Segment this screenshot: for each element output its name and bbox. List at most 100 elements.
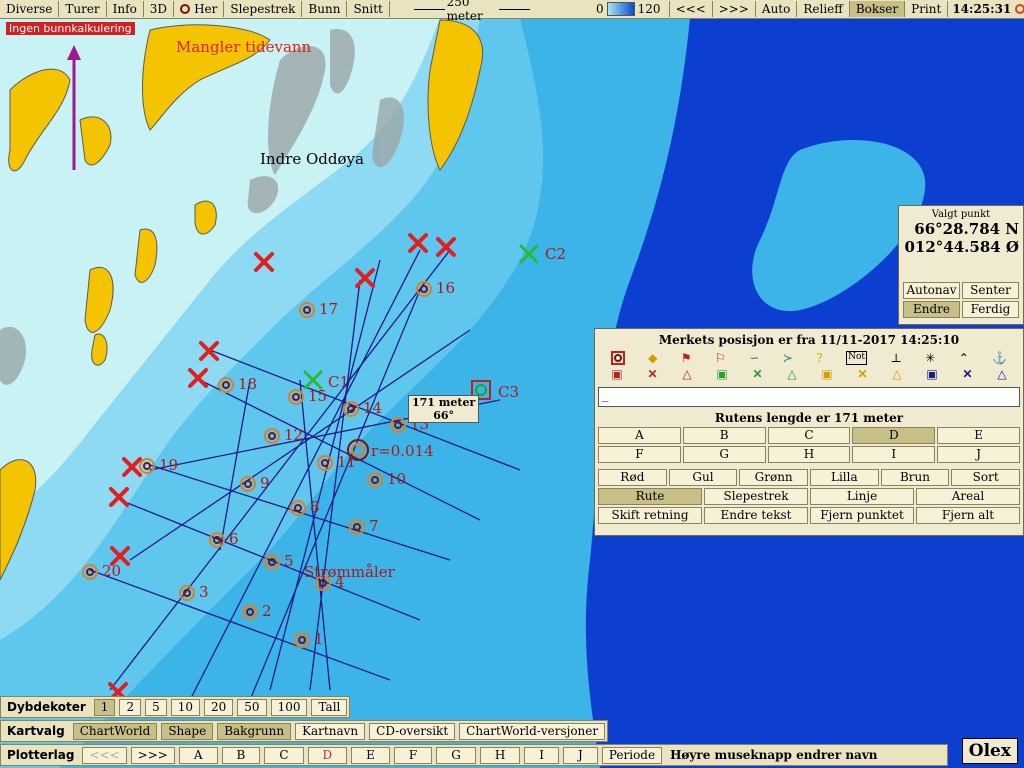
layer-a-button[interactable]: A bbox=[178, 746, 218, 764]
depth-50-button[interactable]: 50 bbox=[237, 698, 267, 716]
green-x-icon[interactable]: ✕ bbox=[753, 367, 763, 381]
type-slepestrek-button[interactable]: Slepestrek bbox=[704, 488, 808, 505]
layer-f-button[interactable]: F bbox=[393, 746, 433, 764]
letter-a-button[interactable]: A bbox=[598, 427, 681, 444]
layer-g-button[interactable]: G bbox=[436, 746, 476, 764]
layer-b-button[interactable]: B bbox=[221, 746, 261, 764]
red-triangle-icon[interactable]: △ bbox=[682, 367, 691, 381]
target-mark-icon[interactable] bbox=[179, 585, 195, 601]
target-mark-icon[interactable] bbox=[367, 472, 383, 488]
menu-3d[interactable]: 3D bbox=[144, 1, 175, 17]
bird-icon[interactable]: ⌃ bbox=[959, 351, 969, 365]
anchor-icon[interactable]: ⚓ bbox=[992, 351, 1007, 365]
target-mark-icon[interactable] bbox=[139, 458, 155, 474]
menu-bunn[interactable]: Bunn bbox=[302, 1, 348, 17]
plotterlag-prev-button[interactable]: <<< bbox=[82, 746, 127, 764]
periode-button[interactable]: Periode bbox=[601, 746, 663, 764]
plotterlag-next-button[interactable]: >>> bbox=[130, 746, 175, 764]
depth-2-button[interactable]: 2 bbox=[119, 698, 142, 716]
type-areal-button[interactable]: Areal bbox=[916, 488, 1020, 505]
fish-icon[interactable]: ≻ bbox=[783, 351, 793, 365]
letter-j-button[interactable]: J bbox=[937, 446, 1020, 463]
menu-snitt[interactable]: Snitt bbox=[347, 1, 390, 17]
fjern-punktet-button[interactable]: Fjern punktet bbox=[810, 507, 914, 524]
question-icon[interactable]: ? bbox=[816, 351, 822, 365]
target-mark-icon[interactable] bbox=[209, 532, 225, 548]
buoy-icon[interactable]: ⚐ bbox=[715, 351, 726, 365]
cd-oversikt-button[interactable]: CD-oversikt bbox=[369, 722, 456, 740]
type-rute-button[interactable]: Rute bbox=[598, 488, 702, 505]
layer-h-button[interactable]: H bbox=[479, 746, 521, 764]
net-icon[interactable]: Not bbox=[846, 351, 868, 365]
target-mark-icon[interactable] bbox=[82, 564, 98, 580]
autonav-button[interactable]: Autonav bbox=[903, 282, 960, 299]
color-gronn-button[interactable]: Grønn bbox=[739, 469, 808, 486]
endre-tekst-button[interactable]: Endre tekst bbox=[704, 507, 808, 524]
blue-square-icon[interactable]: ▣ bbox=[926, 367, 937, 381]
fish-hook-icon[interactable]: ∽ bbox=[749, 351, 759, 365]
color-rod-button[interactable]: Rød bbox=[598, 469, 667, 486]
letter-f-button[interactable]: F bbox=[598, 446, 681, 463]
yellow-square-icon[interactable]: ▣ bbox=[821, 367, 832, 381]
target-mark-icon[interactable] bbox=[390, 417, 406, 433]
menu-slepestrek[interactable]: Slepestrek bbox=[224, 1, 303, 17]
prev-button[interactable]: <<< bbox=[668, 1, 713, 17]
target-mark-icon[interactable] bbox=[288, 389, 304, 405]
letter-b-button[interactable]: B bbox=[682, 427, 766, 444]
wreck-icon[interactable]: ⊥ bbox=[890, 351, 901, 365]
endre-button[interactable]: Endre bbox=[903, 301, 960, 318]
blue-x-icon[interactable]: ✕ bbox=[962, 367, 972, 381]
chartworld-versjoner-button[interactable]: ChartWorld-versjoner bbox=[459, 722, 606, 740]
color-sort-button[interactable]: Sort bbox=[951, 469, 1020, 486]
target-mark-icon[interactable] bbox=[290, 500, 306, 516]
depth-tall-button[interactable]: Tall bbox=[311, 698, 348, 716]
bakgrunn-button[interactable]: Bakgrunn bbox=[217, 722, 292, 740]
letter-g-button[interactable]: G bbox=[682, 446, 766, 463]
chartworld-button[interactable]: ChartWorld bbox=[72, 722, 158, 740]
target-mark-icon[interactable] bbox=[299, 302, 315, 318]
letter-e-button[interactable]: E bbox=[937, 427, 1020, 444]
target-mark-icon[interactable] bbox=[416, 281, 432, 297]
depth-10-button[interactable]: 10 bbox=[170, 698, 200, 716]
target-mark-icon[interactable] bbox=[242, 604, 258, 620]
yellow-triangle-icon[interactable]: △ bbox=[892, 367, 901, 381]
depth-100-button[interactable]: 100 bbox=[270, 698, 308, 716]
target-mark-icon[interactable] bbox=[218, 377, 234, 393]
letter-i-button[interactable]: I bbox=[852, 446, 936, 463]
shape-button[interactable]: Shape bbox=[161, 722, 214, 740]
letter-d-button[interactable]: D bbox=[852, 427, 936, 444]
color-gul-button[interactable]: Gul bbox=[668, 469, 738, 486]
red-square-icon[interactable]: ▣ bbox=[611, 367, 622, 381]
rock-icon[interactable]: ✳ bbox=[925, 351, 935, 365]
yellow-x-icon[interactable]: ✕ bbox=[857, 367, 867, 381]
letter-c-button[interactable]: C bbox=[767, 427, 851, 444]
fjern-alt-button[interactable]: Fjern alt bbox=[916, 507, 1020, 524]
target-mark-icon[interactable] bbox=[240, 476, 256, 492]
next-button[interactable]: >>> bbox=[713, 1, 756, 17]
layer-j-button[interactable]: J bbox=[563, 746, 598, 764]
red-x-icon[interactable]: ✕ bbox=[648, 367, 658, 381]
layer-d-button[interactable]: D bbox=[307, 746, 348, 764]
relieff-button[interactable]: Relieff bbox=[797, 1, 850, 17]
target-mark-icon[interactable] bbox=[349, 519, 365, 535]
type-linje-button[interactable]: Linje bbox=[810, 488, 914, 505]
letter-h-button[interactable]: H bbox=[767, 446, 851, 463]
green-square-icon[interactable]: ▣ bbox=[716, 367, 727, 381]
target-mark-icon[interactable] bbox=[343, 401, 359, 417]
menu-turer[interactable]: Turer bbox=[59, 1, 107, 17]
menu-info[interactable]: Info bbox=[107, 1, 144, 17]
target-mark-icon[interactable] bbox=[317, 455, 333, 471]
ferdig-button[interactable]: Ferdig bbox=[962, 301, 1019, 318]
skift-retning-button[interactable]: Skift retning bbox=[598, 507, 702, 524]
target-mark-icon[interactable] bbox=[264, 554, 280, 570]
blue-triangle-icon[interactable]: △ bbox=[997, 367, 1006, 381]
layer-e-button[interactable]: E bbox=[351, 746, 390, 764]
depth-5-button[interactable]: 5 bbox=[145, 698, 167, 716]
kartnavn-button[interactable]: Kartnavn bbox=[295, 722, 366, 740]
menu-her[interactable]: Her bbox=[174, 1, 225, 17]
print-button[interactable]: Print bbox=[905, 1, 949, 17]
layer-i-button[interactable]: I bbox=[524, 746, 560, 764]
senter-button[interactable]: Senter bbox=[962, 282, 1019, 299]
depth-1-button[interactable]: 1 bbox=[93, 698, 116, 716]
green-triangle-icon[interactable]: △ bbox=[787, 367, 796, 381]
